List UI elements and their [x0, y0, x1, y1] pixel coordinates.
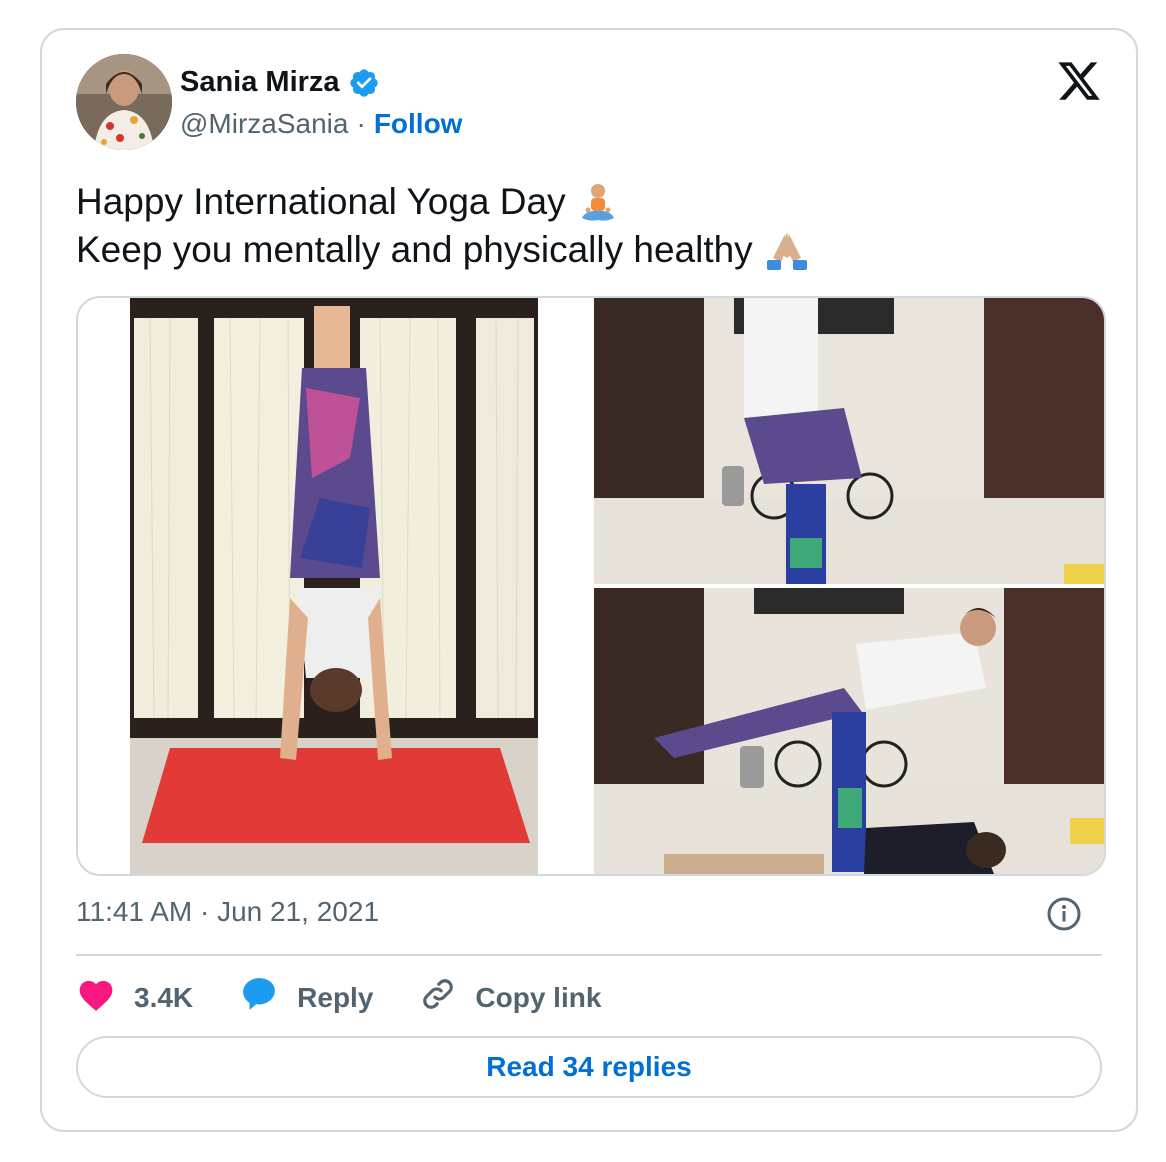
author-handle-row: @MirzaSania · Follow [180, 108, 462, 140]
separator-dot: · [356, 108, 366, 139]
reply-label: Reply [297, 981, 374, 1013]
photo-headstand[interactable] [130, 298, 538, 874]
folded-hands-emoji-icon [763, 228, 807, 272]
read-replies-button[interactable]: Read 34 replies [76, 1036, 1102, 1098]
x-logo-icon[interactable] [1056, 58, 1102, 104]
reply-bubble-icon [239, 975, 279, 1020]
tweet-text: Happy International Yoga Day Keep you me… [76, 178, 807, 274]
photo-partner-pose-2[interactable] [594, 588, 1104, 874]
tweet-line-1: Happy International Yoga Day [76, 181, 566, 222]
tweet-line-2: Keep you mentally and physically healthy [76, 229, 753, 270]
like-button[interactable]: 3.4K [76, 976, 193, 1019]
tweet-timestamp[interactable]: 11:41 AM · Jun 21, 2021 [76, 896, 379, 928]
like-count: 3.4K [134, 981, 194, 1013]
action-bar: 3.4K Reply Copy link [76, 975, 647, 1020]
link-icon [419, 975, 457, 1020]
author-name-row: Sania Mirza [180, 66, 380, 99]
author-name[interactable]: Sania Mirza [180, 66, 340, 99]
copy-link-label: Copy link [475, 981, 602, 1013]
info-icon[interactable] [1046, 896, 1082, 932]
author-handle[interactable]: @MirzaSania [180, 108, 348, 140]
media-grid [76, 296, 1106, 876]
verified-badge-icon [348, 67, 380, 99]
copy-link-button[interactable]: Copy link [419, 975, 601, 1020]
reply-button[interactable]: Reply [239, 975, 373, 1020]
heart-icon [76, 976, 116, 1019]
divider [76, 954, 1102, 956]
avatar[interactable] [76, 54, 172, 150]
tweet-card: Sania Mirza @MirzaSania · Follow Happy I… [40, 28, 1138, 1132]
person-in-lotus-position-emoji-icon [576, 180, 620, 224]
follow-button[interactable]: Follow [374, 108, 463, 140]
photo-partner-pose-1[interactable] [594, 298, 1104, 584]
